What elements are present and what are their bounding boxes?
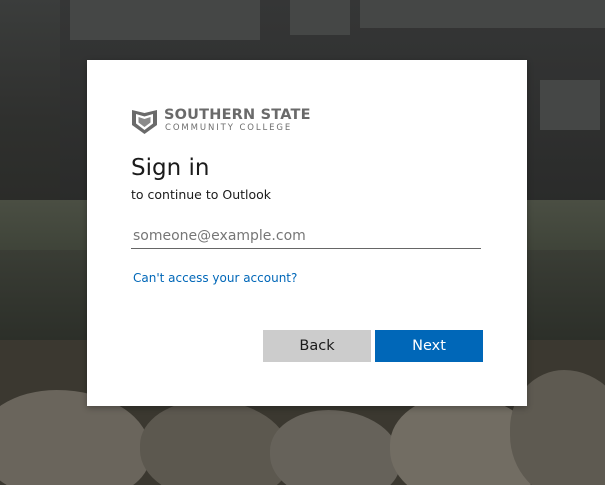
signin-card: SOUTHERN STATE COMMUNITY COLLEGE Sign in…	[87, 60, 527, 406]
logo-text-secondary: COMMUNITY COLLEGE	[165, 123, 293, 133]
shield-logo-icon	[132, 110, 157, 134]
college-logo: SOUTHERN STATE COMMUNITY COLLEGE	[131, 107, 311, 137]
page-title: Sign in	[131, 155, 210, 181]
page-subtitle: to continue to Outlook	[131, 187, 272, 202]
email-field[interactable]	[131, 223, 481, 249]
back-button[interactable]: Back	[263, 330, 371, 362]
logo-text-primary: SOUTHERN STATE	[164, 107, 311, 123]
cant-access-account-link[interactable]: Can't access your account?	[133, 271, 297, 285]
next-button[interactable]: Next	[375, 330, 483, 362]
